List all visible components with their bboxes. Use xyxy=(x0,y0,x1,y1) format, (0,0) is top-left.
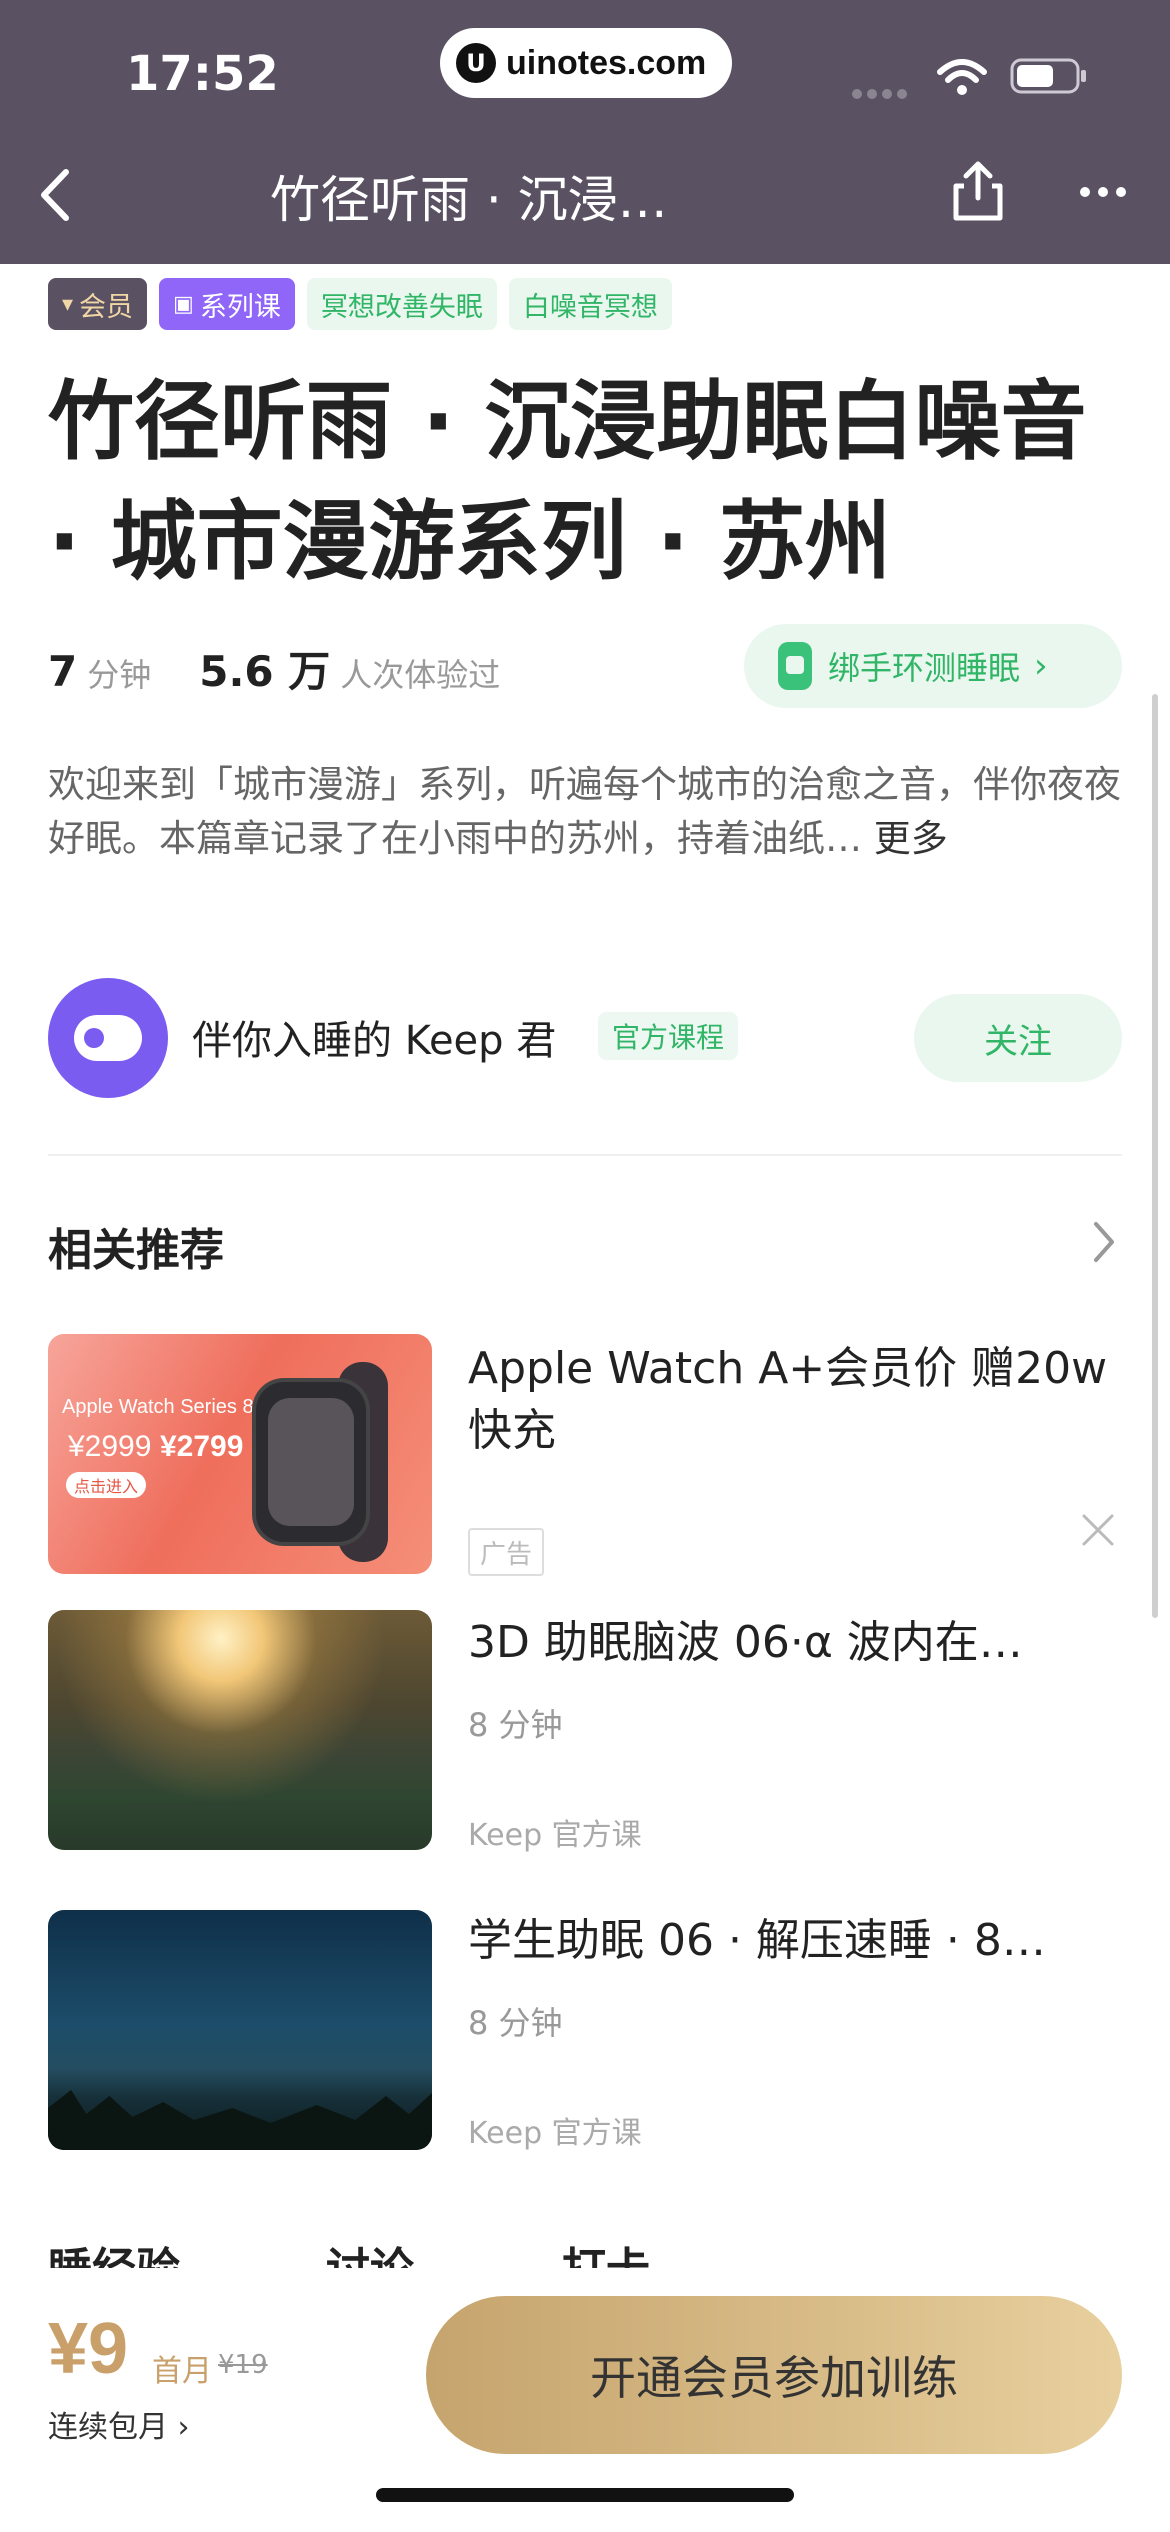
ad-title[interactable]: Apple Watch A+会员价 赠20w快充 xyxy=(468,1338,1118,1462)
tag-white-noise[interactable]: 白噪音冥想 xyxy=(508,278,672,330)
divider xyxy=(48,1154,1122,1156)
section-tabs: 睡经验 讨论 打卡 xyxy=(48,2240,1122,2268)
ad-label: 广告 xyxy=(468,1528,545,1576)
ad-image-series: Apple Watch Series 8 xyxy=(62,1396,254,1418)
more-icon[interactable] xyxy=(1078,182,1128,202)
old-price: ¥19 xyxy=(218,2350,268,2380)
tag-insomnia[interactable]: 冥想改善失眠 xyxy=(306,278,497,330)
share-icon[interactable] xyxy=(950,158,1006,222)
plays-value: 5.6 万 xyxy=(199,647,331,696)
course-duration: 8 分钟 xyxy=(468,2004,563,2042)
official-badge: 官方课程 xyxy=(598,1012,739,1060)
course-thumbnail[interactable] xyxy=(48,1910,432,2150)
follow-button[interactable]: 关注 xyxy=(914,994,1122,1082)
description-text: 欢迎来到「城市漫游」系列，听遍每个城市的治愈之音，伴你夜夜好眠。本篇章记录了在小… xyxy=(48,763,1121,860)
signal-icon xyxy=(852,84,912,99)
renew-link[interactable]: 连续包月 › xyxy=(48,2402,190,2446)
course-title[interactable]: 学生助眠 06 · 解压速睡 · 8… xyxy=(468,1910,1118,1972)
ad-image-price-a: ¥2999 xyxy=(68,1430,152,1463)
ad-image-price-b: ¥2799 xyxy=(160,1430,244,1463)
ad-image[interactable]: Apple Watch Series 8 ¥2999 ¥2799 点击进入 xyxy=(48,1334,432,1574)
price: ¥9 xyxy=(48,2309,129,2389)
status-time: 17:52 xyxy=(126,46,279,102)
tag-row: ▾ 会员 ▣ 系列课 冥想改善失眠 白噪音冥想 xyxy=(48,278,672,330)
home-indicator xyxy=(376,2488,794,2502)
nav-title: 竹径听雨 · 沉浸… xyxy=(270,171,668,229)
tab-discussion[interactable]: 讨论 xyxy=(326,2240,414,2268)
description: 欢迎来到「城市漫游」系列，听遍每个城市的治愈之音，伴你夜夜好眠。本篇章记录了在小… xyxy=(48,758,1128,866)
back-icon[interactable] xyxy=(30,160,80,230)
chevron-right-icon[interactable] xyxy=(1088,1214,1118,1270)
plays-unit: 人次体验过 xyxy=(340,656,501,694)
wristband-icon xyxy=(778,642,812,690)
site-logo-icon: U xyxy=(456,43,496,83)
course-meta: 7 分钟 5.6 万 人次体验过 xyxy=(48,638,500,698)
url-text: uinotes.com xyxy=(506,43,707,82)
related-heading: 相关推荐 xyxy=(48,1225,224,1276)
duration-value: 7 xyxy=(48,647,78,696)
avatar[interactable] xyxy=(48,978,168,1098)
close-icon[interactable] xyxy=(1080,1512,1116,1548)
scrollbar[interactable] xyxy=(1152,694,1158,1618)
diamond-icon: ▾ xyxy=(62,291,74,317)
tag-vip: ▾ 会员 xyxy=(48,278,148,330)
course-title[interactable]: 3D 助眠脑波 06·α 波内在… xyxy=(468,1612,1118,1674)
url-pill[interactable]: U uinotes.com xyxy=(440,28,732,98)
course-thumbnail[interactable] xyxy=(48,1610,432,1850)
band-sleep-button[interactable]: 绑手环测睡眠 › xyxy=(744,624,1122,708)
course-duration: 8 分钟 xyxy=(468,1706,563,1744)
author-name[interactable]: 伴你入睡的 Keep 君 xyxy=(192,1008,556,1066)
watch-image xyxy=(256,1382,366,1542)
course-source: Keep 官方课 xyxy=(468,2116,642,2151)
course-source: Keep 官方课 xyxy=(468,1818,642,1853)
tab-experience[interactable]: 睡经验 xyxy=(48,2240,180,2268)
tab-checkin[interactable]: 打卡 xyxy=(562,2240,650,2268)
page-title: 竹径听雨 · 沉浸助眠白噪音 · 城市漫游系列 · 苏州 xyxy=(48,372,1087,592)
band-button-label: 绑手环测睡眠 xyxy=(828,649,1021,687)
play-icon: ▣ xyxy=(173,291,194,317)
battery-icon xyxy=(1010,58,1086,94)
join-vip-button[interactable]: 开通会员参加训练 xyxy=(426,2296,1122,2454)
wifi-icon xyxy=(937,59,987,95)
chevron-right-icon: › xyxy=(1034,646,1048,686)
first-month-label: 首月 xyxy=(152,2354,212,2389)
tag-series: ▣ 系列课 xyxy=(159,278,295,330)
more-link[interactable]: 更多 xyxy=(874,817,948,860)
ad-image-badge: 点击进入 xyxy=(66,1472,147,1498)
duration-unit: 分钟 xyxy=(87,656,152,694)
